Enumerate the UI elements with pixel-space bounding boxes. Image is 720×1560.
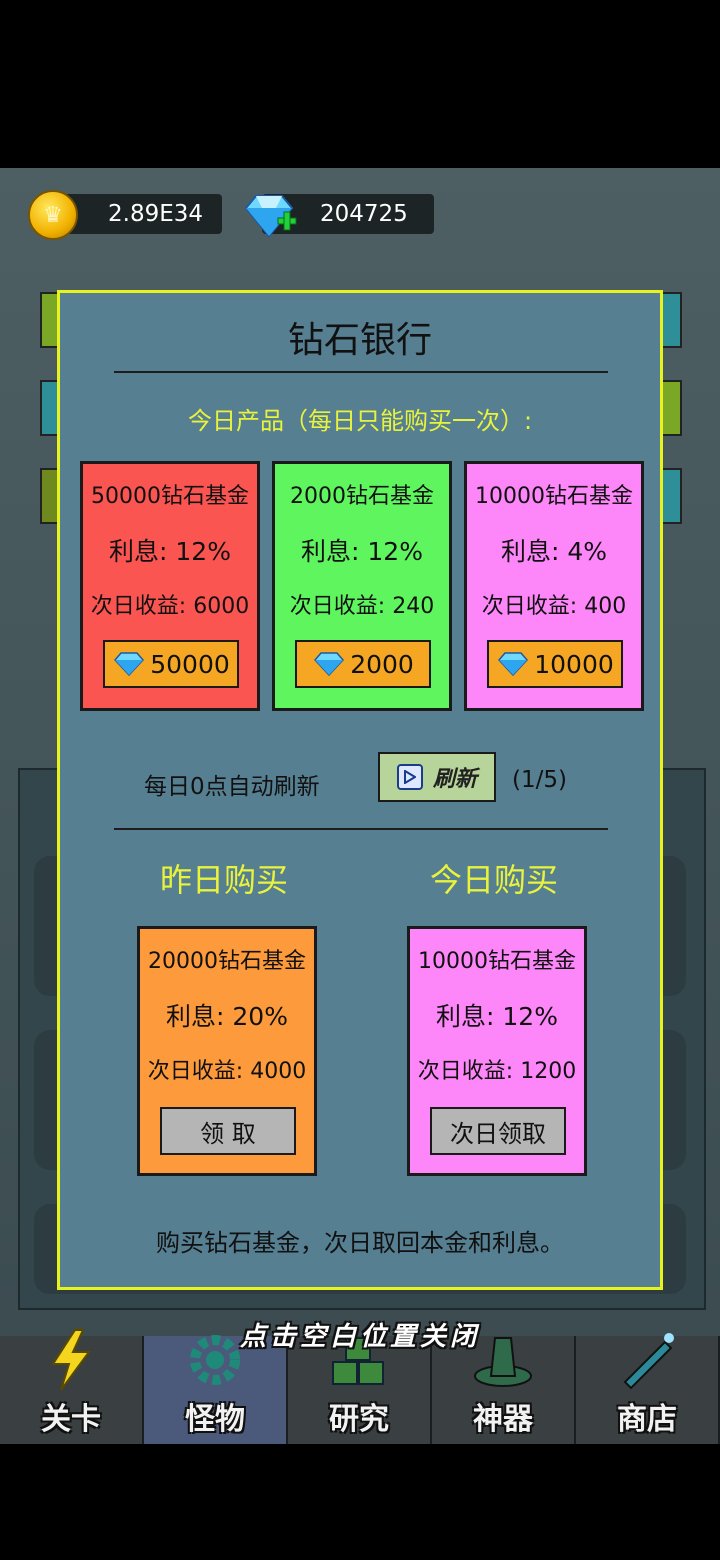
- buy-price: 50000: [150, 649, 230, 679]
- product-name: 10000钻石基金: [418, 949, 576, 974]
- claim-button[interactable]: 领 取: [160, 1107, 296, 1155]
- crown-coin-icon: ♛: [28, 190, 78, 240]
- product-name: 2000钻石基金: [290, 484, 434, 509]
- divider: [114, 828, 608, 830]
- product-gain: 次日收益: 6000: [90, 594, 250, 619]
- product-gain: 次日收益: 4000: [147, 1059, 307, 1084]
- refresh-count: (1/5): [512, 767, 567, 793]
- video-play-icon: [396, 764, 423, 790]
- product-rate: 利息: 12%: [436, 1002, 558, 1031]
- tab-label: 神器: [473, 1402, 533, 1437]
- claim-tomorrow-button[interactable]: 次日领取: [430, 1107, 566, 1155]
- close-hint: 点击空白位置关闭: [239, 1322, 480, 1352]
- tab-label: 研究: [329, 1402, 389, 1437]
- product-rate: 利息: 12%: [109, 537, 231, 566]
- coin-counter: 2.89E34: [58, 194, 222, 234]
- bg-strip: [660, 468, 682, 524]
- tab-label: 商店: [617, 1402, 677, 1437]
- yesterday-heading: 昨日购买: [160, 861, 289, 899]
- tab-label: 关卡: [41, 1402, 101, 1437]
- product-name: 20000钻石基金: [148, 949, 306, 974]
- product-card-3: 10000钻石基金 利息: 4% 次日收益: 400 10000: [464, 461, 644, 711]
- gem-plus-icon[interactable]: [240, 192, 298, 240]
- yesterday-purchase-card: 20000钻石基金 利息: 20% 次日收益: 4000 领 取: [137, 926, 317, 1176]
- divider: [114, 371, 608, 373]
- tab-label: 怪物: [185, 1402, 245, 1437]
- product-card-1: 50000钻石基金 利息: 12% 次日收益: 6000 50000: [80, 461, 260, 711]
- buy-price: 2000: [350, 649, 414, 679]
- product-rate: 利息: 20%: [166, 1002, 288, 1031]
- gem-icon: [114, 652, 145, 677]
- today-heading: 今日购买: [430, 861, 559, 899]
- product-gain: 次日收益: 1200: [417, 1059, 577, 1084]
- bg-strip: [660, 380, 682, 436]
- refresh-label: 刷新: [432, 767, 477, 792]
- product-gain: 次日收益: 400: [481, 594, 627, 619]
- bg-strip: [660, 292, 682, 348]
- footer-note: 购买钻石基金，次日取回本金和利息。: [156, 1229, 564, 1257]
- product-name: 10000钻石基金: [475, 484, 633, 509]
- product-gain: 次日收益: 240: [289, 594, 435, 619]
- product-card-2: 2000钻石基金 利息: 12% 次日收益: 240 2000: [272, 461, 452, 711]
- product-rate: 利息: 12%: [301, 537, 423, 566]
- product-rate: 利息: 4%: [500, 537, 608, 566]
- buy-button[interactable]: 10000: [487, 640, 623, 688]
- product-name: 50000钻石基金: [91, 484, 249, 509]
- dialog-title: 钻石银行: [287, 320, 432, 361]
- today-purchase-card: 10000钻石基金 利息: 12% 次日收益: 1200 次日领取: [407, 926, 587, 1176]
- gem-value: 204725: [320, 201, 408, 227]
- gem-icon: [498, 652, 529, 677]
- auto-refresh-label: 每日0点自动刷新: [144, 774, 320, 800]
- buy-price: 10000: [534, 649, 614, 679]
- gem-icon: [314, 652, 345, 677]
- buy-button[interactable]: 50000: [103, 640, 239, 688]
- refresh-button[interactable]: 刷新: [378, 752, 496, 802]
- buy-button[interactable]: 2000: [295, 640, 431, 688]
- coin-value: 2.89E34: [108, 201, 204, 227]
- today-products-subtitle: 今日产品（每日只能购买一次）:: [187, 407, 533, 435]
- diamond-bank-dialog: 钻石银行 今日产品（每日只能购买一次）: 50000钻石基金 利息: 12% 次…: [57, 290, 663, 1290]
